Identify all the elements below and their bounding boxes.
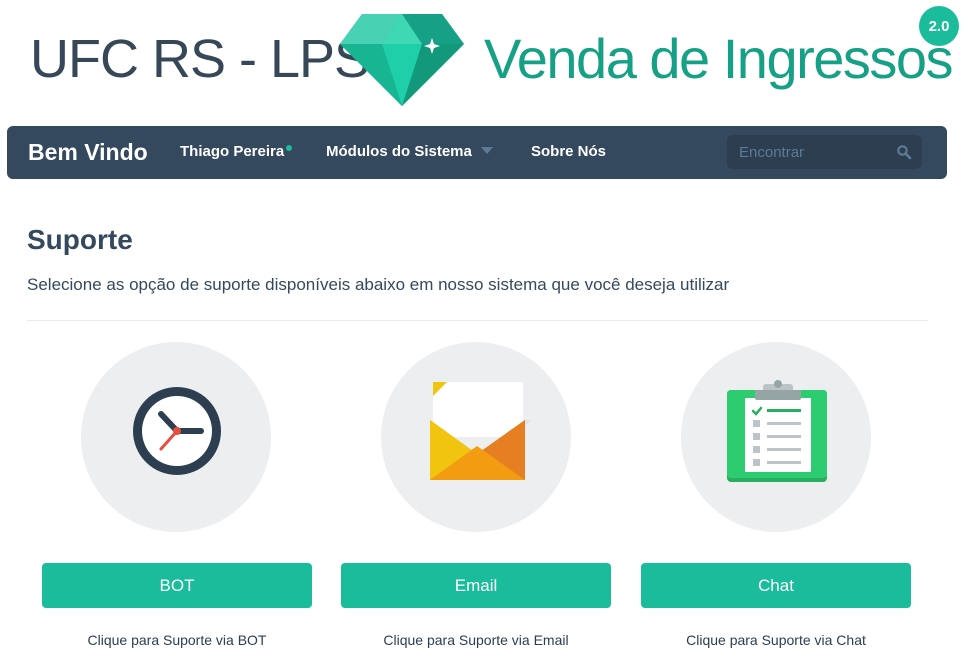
page-subtitle: Selecione as opção de suporte disponívei…	[27, 275, 730, 294]
search-icon[interactable]	[896, 144, 912, 160]
envelope-icon	[430, 382, 531, 480]
version-badge: 2.0	[919, 6, 959, 46]
page-title: Suporte	[27, 224, 133, 255]
bot-support-button[interactable]: BOT	[42, 563, 312, 608]
nav-modules-label: Módulos do Sistema	[326, 143, 472, 160]
nav-modules-dropdown[interactable]: Módulos do Sistema	[326, 143, 493, 160]
bot-support-caption: Clique para Suporte via BOT	[87, 632, 267, 648]
online-status-dot	[286, 145, 293, 151]
chat-support-caption: Clique para Suporte via Chat	[686, 632, 866, 648]
search-input[interactable]	[727, 135, 887, 169]
diamond-icon	[340, 14, 464, 106]
email-support-button[interactable]: Email	[341, 563, 611, 608]
chevron-down-icon	[480, 147, 493, 154]
clipboard-icon	[727, 380, 827, 482]
org-title: UFC RS - LPS	[30, 29, 370, 89]
divider	[27, 320, 928, 321]
main-navbar: Bem Vindo Thiago Pereira Módulos do Sist…	[7, 126, 947, 179]
app-title: Venda de Ingressos	[484, 27, 954, 90]
option-icon-circle	[381, 342, 571, 532]
option-icon-circle	[81, 342, 271, 532]
search-box	[727, 135, 922, 169]
nav-about-link[interactable]: Sobre Nós	[531, 143, 606, 160]
page-header: UFC RS - LPS Venda de Ingressos 2.0	[0, 0, 967, 118]
option-icon-circle	[681, 342, 871, 532]
navbar-brand[interactable]: Bem Vindo	[28, 139, 148, 166]
chat-support-button[interactable]: Chat	[641, 563, 911, 608]
email-support-caption: Clique para Suporte via Email	[383, 632, 569, 648]
nav-user-link[interactable]: Thiago Pereira	[180, 143, 293, 160]
nav-user-label: Thiago Pereira	[180, 143, 285, 160]
clock-icon	[133, 387, 221, 475]
